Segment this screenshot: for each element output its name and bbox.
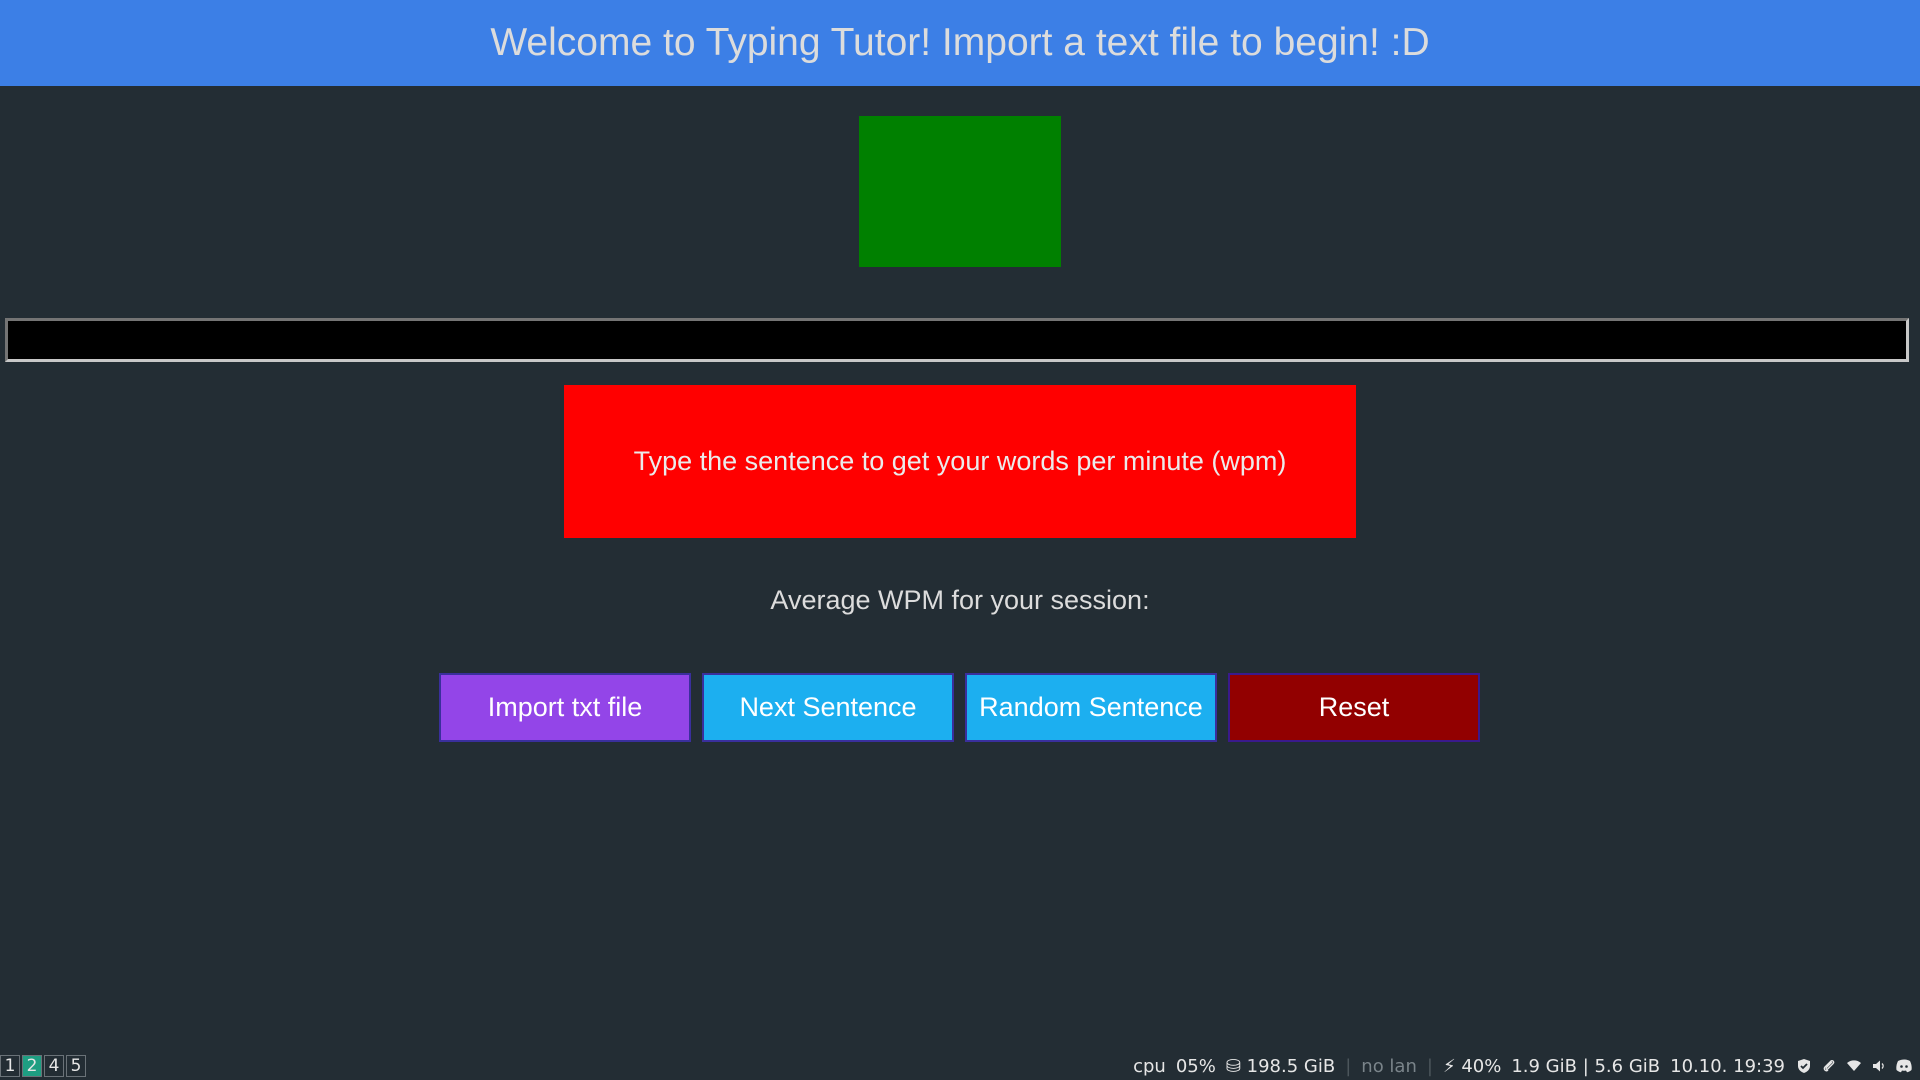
network-status: no lan <box>1361 1056 1417 1077</box>
shield-icon[interactable] <box>1795 1058 1813 1076</box>
import-txt-file-button[interactable]: Import txt file <box>439 673 691 742</box>
workspace-1[interactable]: 1 <box>0 1055 20 1077</box>
workspace-4[interactable]: 4 <box>44 1055 64 1077</box>
wifi-icon[interactable] <box>1845 1058 1863 1076</box>
separator: | <box>1345 1056 1352 1077</box>
system-taskbar: 1 2 4 5 cpu 05% ⛁ 198.5 GiB | no lan | ⚡… <box>0 1053 1920 1080</box>
volume-icon[interactable] <box>1870 1058 1888 1076</box>
average-wpm-label: Average WPM for your session: <box>770 585 1150 615</box>
workspace-2-active[interactable]: 2 <box>22 1055 42 1077</box>
sentence-prompt: Type the sentence to get your words per … <box>633 446 1287 476</box>
battery-status: ⚡ 40% <box>1442 1056 1502 1077</box>
reset-button[interactable]: Reset <box>1228 673 1480 742</box>
app-title: Welcome to Typing Tutor! Import a text f… <box>490 21 1430 64</box>
cpu-label: cpu <box>1133 1056 1166 1077</box>
typing-input[interactable] <box>5 318 1909 362</box>
workspace-5[interactable]: 5 <box>66 1055 86 1077</box>
paperclip-icon[interactable] <box>1820 1058 1838 1076</box>
sentence-display: Type the sentence to get your words per … <box>564 385 1356 538</box>
workspace-switcher: 1 2 4 5 <box>0 1055 88 1077</box>
datetime: 10.10. 19:39 <box>1670 1056 1785 1077</box>
random-sentence-button[interactable]: Random Sentence <box>965 673 1217 742</box>
typing-status-indicator <box>859 116 1061 267</box>
separator: | <box>1426 1056 1433 1077</box>
next-sentence-button[interactable]: Next Sentence <box>702 673 954 742</box>
discord-icon[interactable] <box>1895 1058 1913 1076</box>
memory-usage: 1.9 GiB | 5.6 GiB <box>1511 1056 1661 1077</box>
disk-usage: ⛁ 198.5 GiB <box>1225 1056 1336 1077</box>
cpu-value: 05% <box>1175 1056 1216 1077</box>
status-area: cpu 05% ⛁ 198.5 GiB | no lan | ⚡ 40% 1.9… <box>1133 1053 1920 1080</box>
app-header: Welcome to Typing Tutor! Import a text f… <box>0 0 1920 86</box>
